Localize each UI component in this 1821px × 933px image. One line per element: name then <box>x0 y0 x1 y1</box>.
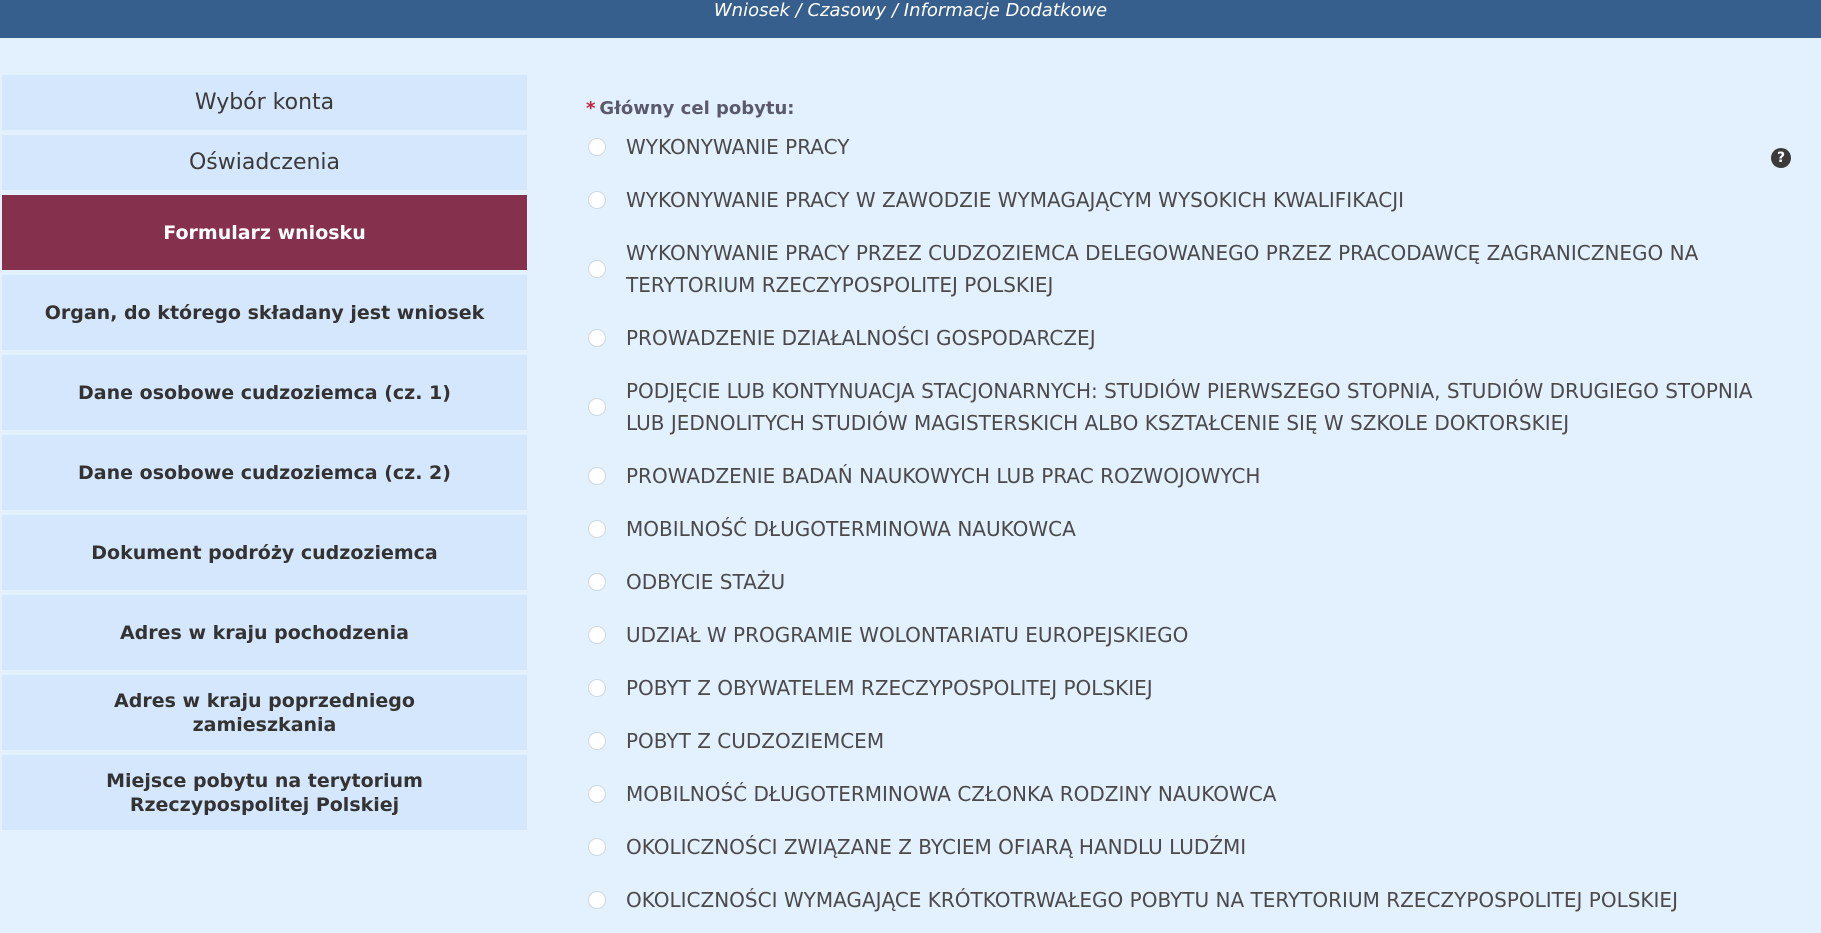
purpose-option[interactable]: WYKONYWANIE PRACY <box>586 127 1786 167</box>
radio-button[interactable] <box>588 467 606 485</box>
purpose-option[interactable]: OKOLICZNOŚCI ZWIĄZANE Z BYCIEM OFIARĄ HA… <box>586 827 1786 867</box>
radio-button[interactable] <box>588 573 606 591</box>
purpose-option[interactable]: PROWADZENIE DZIAŁALNOŚCI GOSPODARCZEJ <box>586 318 1786 358</box>
radio-button[interactable] <box>588 398 606 416</box>
radio-button[interactable] <box>588 260 606 278</box>
sidebar-item-account-selection[interactable]: Wybór konta <box>2 75 527 130</box>
radio-button[interactable] <box>588 138 606 156</box>
sidebar-item-personal-data-1[interactable]: Dane osobowe cudzoziemca (cz. 1) <box>2 355 527 430</box>
required-mark: * <box>586 98 596 119</box>
option-label: MOBILNOŚĆ DŁUGOTERMINOWA NAUKOWCA <box>626 517 1076 541</box>
sidebar-item-label: Organ, do którego składany jest wniosek <box>44 301 485 324</box>
option-label: WYKONYWANIE PRACY W ZAWODZIE WYMAGAJĄCYM… <box>626 188 1405 212</box>
option-label: POBYT Z CUDZOZIEMCEM <box>626 729 885 753</box>
radio-button[interactable] <box>588 785 606 803</box>
purpose-option[interactable]: UDZIAŁ W PROGRAMIE WOLONTARIATU EUROPEJS… <box>586 615 1786 655</box>
radio-button[interactable] <box>588 891 606 909</box>
radio-button[interactable] <box>588 626 606 644</box>
radio-button[interactable] <box>588 191 606 209</box>
option-label: ODBYCIE STAŻU <box>626 570 786 594</box>
option-label: WYKONYWANIE PRACY PRZEZ CUDZOZIEMCA DELE… <box>626 241 1699 297</box>
purpose-radio-group: WYKONYWANIE PRACY WYKONYWANIE PRACY W ZA… <box>586 127 1786 920</box>
sidebar-item-label: Dokument podróży cudzoziemca <box>91 541 438 564</box>
purpose-option[interactable]: PROWADZENIE BADAŃ NAUKOWYCH LUB PRAC ROZ… <box>586 456 1786 496</box>
option-label: PROWADZENIE BADAŃ NAUKOWYCH LUB PRAC ROZ… <box>626 464 1261 488</box>
sidebar-item-label: Miejsce pobytu na terytorium Rzeczypospo… <box>106 769 423 816</box>
purpose-option[interactable]: MOBILNOŚĆ DŁUGOTERMINOWA CZŁONKA RODZINY… <box>586 774 1786 814</box>
option-label: POBYT Z OBYWATELEM RZECZYPOSPOLITEJ POLS… <box>626 676 1153 700</box>
option-label: MOBILNOŚĆ DŁUGOTERMINOWA CZŁONKA RODZINY… <box>626 782 1277 806</box>
purpose-option[interactable]: MOBILNOŚĆ DŁUGOTERMINOWA NAUKOWCA <box>586 509 1786 549</box>
sidebar-item-application-form[interactable]: Formularz wniosku <box>2 195 527 270</box>
radio-button[interactable] <box>588 520 606 538</box>
purpose-option[interactable]: WYKONYWANIE PRACY PRZEZ CUDZOZIEMCA DELE… <box>586 233 1786 305</box>
sidebar-item-origin-address[interactable]: Adres w kraju pochodzenia <box>2 595 527 670</box>
sidebar-item-label: Oświadczenia <box>188 150 341 175</box>
purpose-label-text: Główny cel pobytu: <box>599 98 795 119</box>
sidebar-item-label: Formularz wniosku <box>163 221 366 244</box>
option-label: UDZIAŁ W PROGRAMIE WOLONTARIATU EUROPEJS… <box>626 623 1189 647</box>
breadcrumb: Wniosek / Czasowy / Informacje Dodatkowe <box>713 0 1108 21</box>
sidebar-item-residence-poland[interactable]: Miejsce pobytu na terytorium Rzeczypospo… <box>2 755 527 830</box>
radio-button[interactable] <box>588 679 606 697</box>
radio-button[interactable] <box>588 838 606 856</box>
purpose-option[interactable]: POBYT Z OBYWATELEM RZECZYPOSPOLITEJ POLS… <box>586 668 1786 708</box>
option-label: WYKONYWANIE PRACY <box>626 135 850 159</box>
radio-button[interactable] <box>588 732 606 750</box>
purpose-option[interactable]: PODJĘCIE LUB KONTYNUACJA STACJONARNYCH: … <box>586 371 1786 443</box>
header-bar: Wniosek / Czasowy / Informacje Dodatkowe <box>0 0 1821 38</box>
purpose-option[interactable]: ODBYCIE STAŻU <box>586 562 1786 602</box>
sidebar-item-label: Dane osobowe cudzoziemca (cz. 1) <box>78 381 451 404</box>
sidebar: Wybór konta Oświadczenia Formularz wnios… <box>2 75 527 835</box>
purpose-field-label: * Główny cel pobytu: <box>586 98 1786 119</box>
purpose-option[interactable]: POBYT Z CUDZOZIEMCEM <box>586 721 1786 761</box>
option-label: OKOLICZNOŚCI ZWIĄZANE Z BYCIEM OFIARĄ HA… <box>626 835 1247 859</box>
option-label: PROWADZENIE DZIAŁALNOŚCI GOSPODARCZEJ <box>626 326 1096 350</box>
option-label: PODJĘCIE LUB KONTYNUACJA STACJONARNYCH: … <box>626 379 1753 435</box>
sidebar-item-authority[interactable]: Organ, do którego składany jest wniosek <box>2 275 527 350</box>
sidebar-item-previous-address[interactable]: Adres w kraju poprzedniego zamieszkania <box>2 675 527 750</box>
purpose-option[interactable]: OKOLICZNOŚCI WYMAGAJĄCE KRÓTKOTRWAŁEGO P… <box>586 880 1786 920</box>
sidebar-item-personal-data-2[interactable]: Dane osobowe cudzoziemca (cz. 2) <box>2 435 527 510</box>
sidebar-item-label: Adres w kraju poprzedniego zamieszkania <box>114 689 415 736</box>
form-main: * Główny cel pobytu: WYKONYWANIE PRACY WY… <box>586 98 1786 933</box>
sidebar-item-label: Dane osobowe cudzoziemca (cz. 2) <box>78 461 451 484</box>
sidebar-item-travel-document[interactable]: Dokument podróży cudzoziemca <box>2 515 527 590</box>
radio-button[interactable] <box>588 329 606 347</box>
option-label: OKOLICZNOŚCI WYMAGAJĄCE KRÓTKOTRWAŁEGO P… <box>626 888 1678 912</box>
sidebar-item-declarations[interactable]: Oświadczenia <box>2 135 527 190</box>
sidebar-item-label: Wybór konta <box>194 90 335 115</box>
purpose-option[interactable]: WYKONYWANIE PRACY W ZAWODZIE WYMAGAJĄCYM… <box>586 180 1786 220</box>
sidebar-item-label: Adres w kraju pochodzenia <box>119 621 410 644</box>
